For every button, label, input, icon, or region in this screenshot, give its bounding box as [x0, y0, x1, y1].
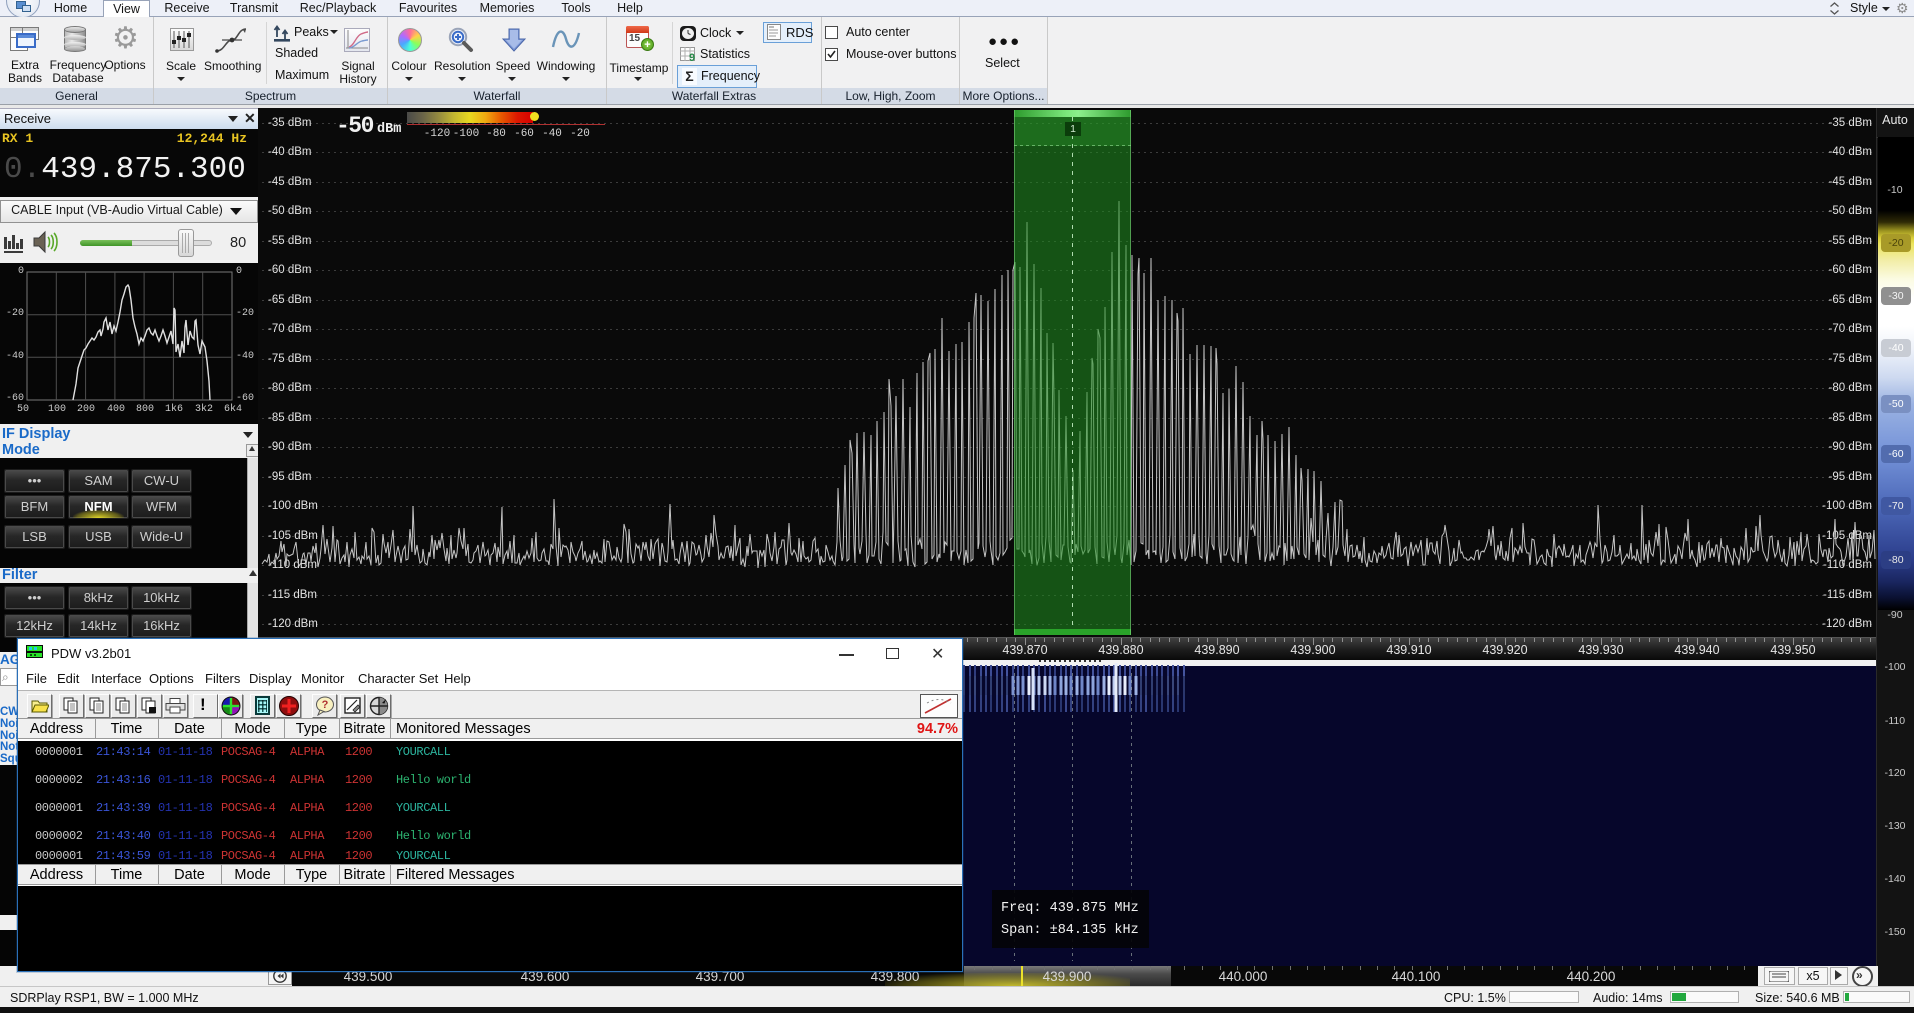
svg-text:?: ? — [322, 699, 329, 711]
